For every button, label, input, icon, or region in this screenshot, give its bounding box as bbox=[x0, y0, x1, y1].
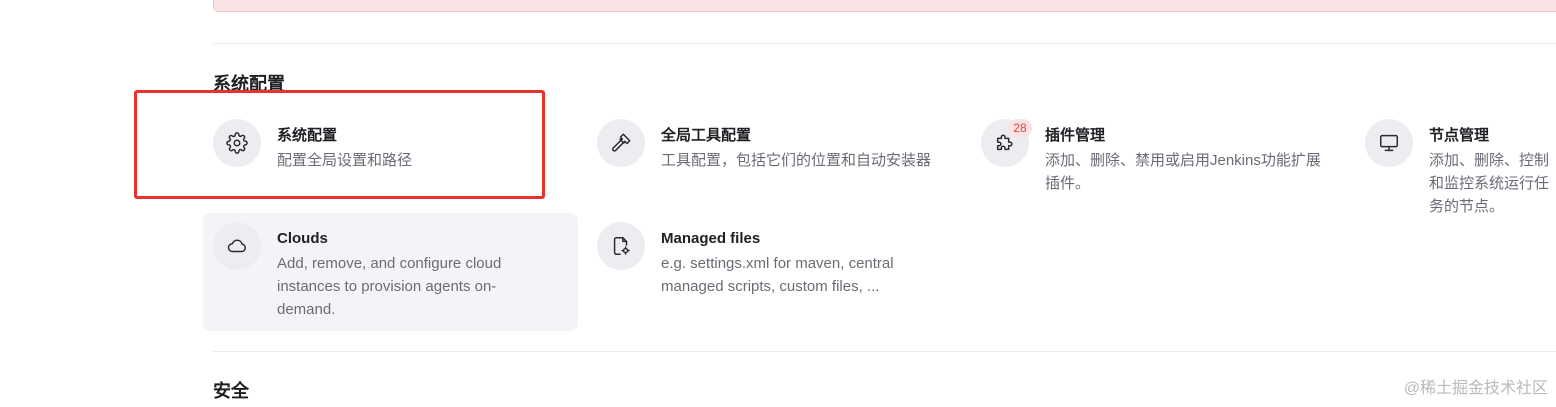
section-title-system-config: 系统配置 bbox=[213, 74, 285, 94]
section-divider-security bbox=[213, 351, 1556, 352]
manage-item-description: e.g. settings.xml for maven, central man… bbox=[661, 255, 894, 295]
gear-icon bbox=[213, 119, 261, 167]
manage-item-clouds[interactable]: Clouds Add, remove, and configure cloud … bbox=[203, 213, 578, 331]
watermark: @稀土掘金技术社区 bbox=[1403, 380, 1548, 397]
manage-item-description: 工具配置，包括它们的位置和自动安装器 bbox=[661, 152, 932, 169]
manage-item-global-tool-config[interactable]: 全局工具配置 工具配置，包括它们的位置和自动安装器 bbox=[587, 110, 962, 205]
manage-item-system-config[interactable]: 系统配置 配置全局设置和路径 bbox=[203, 110, 578, 205]
puzzle-icon: 28 bbox=[981, 119, 1032, 167]
manage-item-description: 添加、删除、控制和监控系统运行任务的节点。 bbox=[1429, 152, 1550, 215]
manage-item-title: 插件管理 bbox=[1045, 127, 1106, 144]
manage-item-plugin-manager[interactable]: 28 插件管理 添加、删除、禁用或启用Jenkins功能扩展插件。 bbox=[971, 110, 1346, 205]
manage-item-description: 添加、删除、禁用或启用Jenkins功能扩展插件。 bbox=[1045, 152, 1321, 192]
manage-item-title: 全局工具配置 bbox=[661, 127, 752, 144]
error-alert-banner bbox=[213, 0, 1556, 12]
section-title-security: 安全 bbox=[213, 381, 249, 401]
manage-item-title: 节点管理 bbox=[1429, 127, 1490, 144]
update-count-badge: 28 bbox=[1008, 119, 1032, 137]
manage-item-title: Managed files bbox=[661, 230, 761, 247]
manage-item-title: 系统配置 bbox=[277, 127, 338, 144]
hammer-icon bbox=[597, 119, 645, 167]
manage-item-managed-files[interactable]: Managed files e.g. settings.xml for mave… bbox=[587, 213, 962, 331]
manage-item-description: 配置全局设置和路径 bbox=[277, 152, 413, 169]
file-gear-icon bbox=[597, 222, 645, 270]
manage-item-node-manager[interactable]: 节点管理 添加、删除、控制和监控系统运行任务的节点。 bbox=[1355, 110, 1556, 215]
manage-item-title: Clouds bbox=[277, 230, 328, 247]
monitor-icon bbox=[1365, 119, 1413, 167]
cloud-icon bbox=[213, 222, 261, 270]
manage-item-description: Add, remove, and configure cloud instanc… bbox=[277, 255, 502, 318]
section-divider-top bbox=[213, 43, 1556, 44]
